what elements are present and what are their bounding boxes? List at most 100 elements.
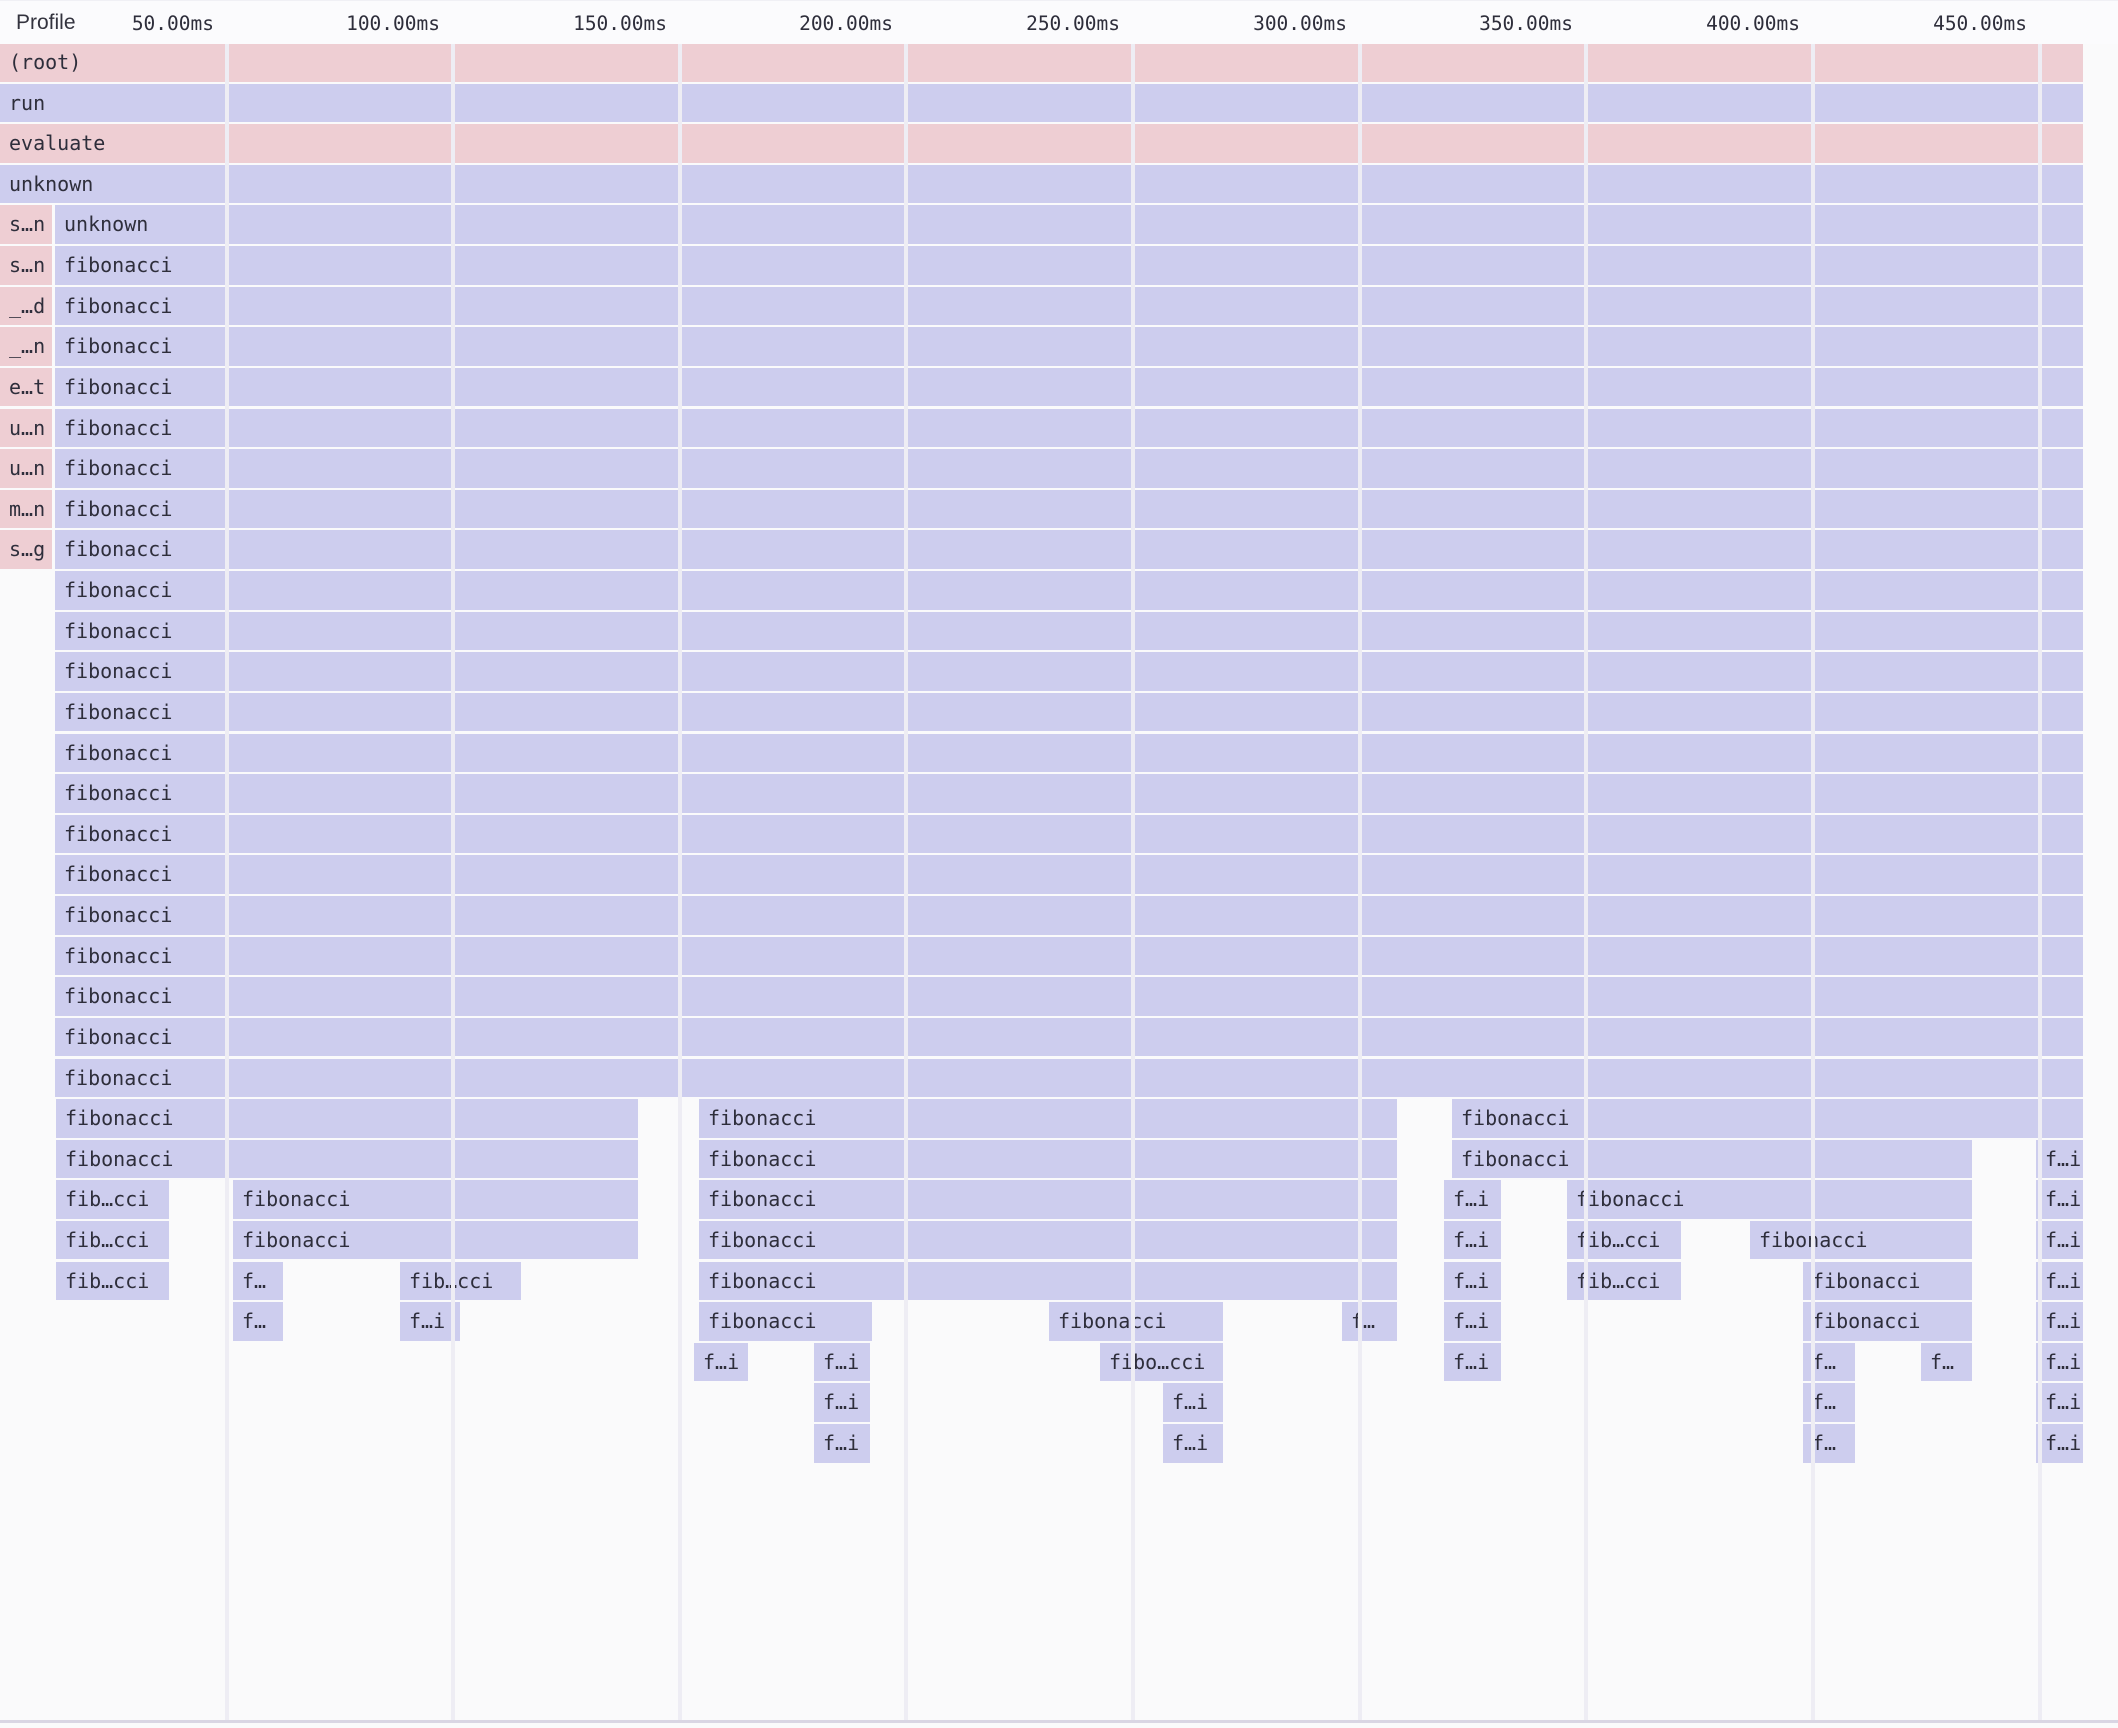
flame-frame[interactable]: (root) <box>0 43 2083 82</box>
flame-frame[interactable]: fibo…cci <box>1100 1343 1223 1382</box>
flame-frame[interactable]: fibonacci <box>233 1221 638 1260</box>
flame-frame[interactable]: f…i <box>2036 1424 2083 1463</box>
flame-frame[interactable]: fibonacci <box>55 652 2083 691</box>
time-tick-label: 350.00ms <box>1479 1 1573 44</box>
flame-frame[interactable]: f… <box>233 1302 283 1341</box>
flame-frame[interactable]: f…i <box>814 1383 870 1422</box>
frame-label: f…i <box>2036 1302 2083 1341</box>
flame-frame[interactable]: fibonacci <box>55 977 2083 1016</box>
flame-frame[interactable]: fibonacci <box>55 1018 2083 1057</box>
flame-frame[interactable]: fibonacci <box>699 1302 872 1341</box>
flame-frame[interactable]: f…i <box>2036 1302 2083 1341</box>
flame-frame[interactable]: fibonacci <box>55 815 2083 854</box>
flame-frame[interactable]: fibonacci <box>1452 1099 2083 1138</box>
flame-frame[interactable]: fibonacci <box>1567 1180 1972 1219</box>
flame-frame[interactable]: f…i <box>1444 1180 1501 1219</box>
frame-label: fibonacci <box>55 612 2083 651</box>
flame-graph[interactable]: (root)runevaluateunknowns…nunknowns…nfib… <box>0 0 2118 1728</box>
flame-frame[interactable]: fibonacci <box>1803 1302 1972 1341</box>
flame-frame[interactable]: fibonacci <box>699 1140 1397 1179</box>
frame-label: f…i <box>2036 1180 2083 1219</box>
flame-frame[interactable]: fibonacci <box>55 327 2083 366</box>
flame-frame[interactable]: e…t <box>0 368 52 407</box>
flame-frame[interactable]: evaluate <box>0 124 2083 163</box>
flame-frame[interactable]: f…i <box>1444 1221 1501 1260</box>
flame-frame[interactable]: fibonacci <box>55 774 2083 813</box>
frame-label: f…i <box>814 1424 870 1463</box>
flame-frame[interactable]: f…i <box>2036 1221 2083 1260</box>
flame-frame[interactable]: f…i <box>1163 1424 1223 1463</box>
flame-frame[interactable]: fib…cci <box>56 1262 169 1301</box>
flame-frame[interactable]: fibonacci <box>233 1180 638 1219</box>
flame-frame[interactable]: s…g <box>0 530 52 569</box>
flame-frame[interactable]: f…i <box>2036 1262 2083 1301</box>
flame-frame[interactable]: fibonacci <box>1750 1221 1972 1260</box>
time-ruler: Profile 50.00ms100.00ms150.00ms200.00ms2… <box>0 0 2118 44</box>
flame-frame[interactable]: f…i <box>1444 1302 1501 1341</box>
flame-frame[interactable]: fibonacci <box>56 1099 638 1138</box>
gridline <box>1811 43 1815 1720</box>
frame-label: fibonacci <box>699 1140 1397 1179</box>
flame-frame[interactable]: run <box>0 84 2083 123</box>
flame-frame[interactable]: fibonacci <box>699 1180 1397 1219</box>
flame-frame[interactable]: f… <box>233 1262 283 1301</box>
frame-label: f… <box>233 1262 283 1301</box>
flame-frame[interactable]: fibonacci <box>55 368 2083 407</box>
flame-frame[interactable]: f…i <box>2036 1383 2083 1422</box>
flame-frame[interactable]: fibonacci <box>55 571 2083 610</box>
frame-label: fibonacci <box>55 734 2083 773</box>
flame-frame[interactable]: fibonacci <box>55 896 2083 935</box>
flame-frame[interactable]: fibonacci <box>55 530 2083 569</box>
flame-frame[interactable]: fibonacci <box>55 449 2083 488</box>
flame-frame[interactable]: s…n <box>0 246 52 285</box>
frame-label: s…n <box>0 246 52 285</box>
flame-frame[interactable]: fibonacci <box>55 612 2083 651</box>
flame-frame[interactable]: f…i <box>2036 1343 2083 1382</box>
flame-frame[interactable]: fibonacci <box>699 1221 1397 1260</box>
frame-label: evaluate <box>0 124 2083 163</box>
flame-frame[interactable]: fib…cci <box>400 1262 521 1301</box>
flame-frame[interactable]: fibonacci <box>55 409 2083 448</box>
flame-frame[interactable]: f…i <box>814 1343 870 1382</box>
flame-frame[interactable]: f…i <box>2036 1140 2083 1179</box>
flame-frame[interactable]: f…i <box>1163 1383 1223 1422</box>
flame-frame[interactable]: f…i <box>1444 1343 1501 1382</box>
flame-frame[interactable]: fib…cci <box>56 1221 169 1260</box>
flame-frame[interactable]: fibonacci <box>1049 1302 1223 1341</box>
frame-label: fibonacci <box>55 652 2083 691</box>
flame-frame[interactable]: f…i <box>2036 1180 2083 1219</box>
frame-label: f…i <box>2036 1262 2083 1301</box>
flame-frame[interactable]: fibonacci <box>699 1262 1397 1301</box>
flame-frame[interactable]: u…n <box>0 449 52 488</box>
flame-frame[interactable]: fibonacci <box>55 734 2083 773</box>
flame-frame[interactable]: fib…cci <box>56 1180 169 1219</box>
flame-frame[interactable]: unknown <box>0 165 2083 204</box>
flame-frame[interactable]: m…n <box>0 490 52 529</box>
flame-frame[interactable]: fibonacci <box>55 490 2083 529</box>
flame-frame[interactable]: f…i <box>1444 1262 1501 1301</box>
flame-frame[interactable]: fibonacci <box>55 855 2083 894</box>
flame-frame[interactable]: fibonacci <box>55 246 2083 285</box>
flame-frame[interactable]: u…n <box>0 409 52 448</box>
flame-frame[interactable]: s…n <box>0 205 52 244</box>
flame-frame[interactable]: fibonacci <box>56 1140 638 1179</box>
frame-label: f…i <box>2036 1221 2083 1260</box>
gridline <box>1358 43 1362 1720</box>
flame-frame[interactable]: unknown <box>55 205 2083 244</box>
flame-frame[interactable]: fibonacci <box>55 287 2083 326</box>
flame-frame[interactable]: fibonacci <box>55 937 2083 976</box>
flame-frame[interactable]: f… <box>1342 1302 1397 1341</box>
flame-frame[interactable]: _…d <box>0 287 52 326</box>
flame-frame[interactable]: _…n <box>0 327 52 366</box>
flame-frame[interactable]: fibonacci <box>1803 1262 1972 1301</box>
flame-frame[interactable]: fibonacci <box>1452 1140 1972 1179</box>
frame-label: fibonacci <box>55 1018 2083 1057</box>
flame-frame[interactable]: fibonacci <box>55 693 2083 732</box>
profile-tab[interactable]: Profile <box>16 1 76 44</box>
flame-frame[interactable]: f… <box>1921 1343 1972 1382</box>
flame-frame[interactable]: fibonacci <box>699 1099 1397 1138</box>
frame-label: unknown <box>55 205 2083 244</box>
flame-frame[interactable]: f…i <box>814 1424 870 1463</box>
flame-frame[interactable]: f…i <box>694 1343 748 1382</box>
flame-frame[interactable]: fibonacci <box>55 1059 2083 1098</box>
